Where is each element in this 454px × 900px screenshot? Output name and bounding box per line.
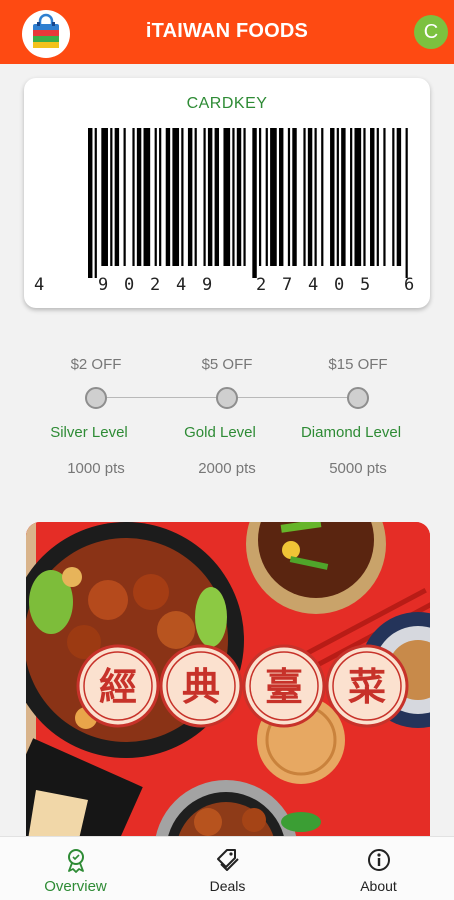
barcode-bar	[252, 128, 257, 278]
barcode-bar	[278, 128, 284, 266]
nav-deals-label: Deals	[209, 878, 246, 894]
barcode-bar	[159, 128, 162, 266]
bottom-navigation: Overview Deals About	[0, 836, 454, 900]
barcode-digit: 0	[334, 275, 344, 295]
promo-banner[interactable]: 經 典 臺 菜	[26, 522, 430, 852]
barcode-bar	[165, 128, 171, 266]
level-name: Silver Level	[50, 424, 128, 441]
promo-food-illustration: 經 典 臺 菜	[26, 522, 430, 852]
barcode-bar	[287, 128, 291, 266]
app-header: iTAIWAN FOODS C	[0, 0, 454, 64]
barcode-digit: 7	[282, 275, 292, 295]
barcode-bar	[187, 128, 193, 266]
barcode-bar	[236, 128, 242, 266]
barcode-bar	[330, 128, 335, 266]
barcode-bar	[321, 128, 324, 266]
level-marker-gold	[216, 387, 238, 409]
barcode-bar	[392, 128, 395, 266]
barcode-digit: 9	[202, 275, 212, 295]
promo-char: 菜	[348, 665, 386, 709]
user-avatar[interactable]: C	[414, 15, 448, 49]
barcode-digit: 9	[98, 275, 108, 295]
membership-levels: $2 OFF $5 OFF $15 OFF Silver Level Gold …	[0, 340, 454, 490]
level-name: Diamond Level	[300, 424, 402, 441]
info-icon	[367, 849, 390, 871]
barcode-bar	[214, 128, 220, 266]
barcode-bar	[207, 128, 213, 266]
nav-about[interactable]: About	[303, 837, 454, 900]
promo-char: 典	[182, 665, 220, 709]
barcode-bar	[88, 128, 93, 278]
promo-char: 臺	[265, 665, 303, 709]
barcode-bar	[270, 128, 277, 266]
barcode-bar	[203, 128, 206, 266]
barcode-bar	[405, 128, 408, 278]
barcode-digit: 0	[124, 275, 134, 295]
barcode-digit: 6	[404, 275, 414, 295]
barcode-bar	[94, 128, 97, 278]
level-discount: $15 OFF	[328, 356, 388, 373]
promo-char: 經	[99, 665, 137, 709]
barcode-bar	[136, 128, 142, 266]
barcode-bar	[194, 128, 197, 266]
level-name: Gold Level	[184, 424, 256, 441]
barcode-bar	[363, 128, 366, 266]
barcode-bar	[123, 128, 126, 266]
barcode-bar	[354, 128, 362, 266]
barcode-bar	[172, 128, 180, 266]
barcode-digit: 4	[34, 275, 44, 295]
app-title: iTAIWAN FOODS	[145, 20, 309, 42]
card-label: CARDKEY	[186, 95, 268, 112]
barcode-bar	[143, 128, 151, 266]
promo-char-badge: 經	[76, 644, 160, 728]
barcode-bar	[223, 128, 231, 266]
barcode-bar	[114, 128, 120, 266]
level-points: 1000 pts	[67, 460, 125, 477]
barcode-digit: 4	[308, 275, 318, 295]
barcode-bar	[314, 128, 317, 266]
member-card: CARDKEY 490249274056	[24, 78, 430, 308]
level-discount: $2 OFF	[70, 356, 122, 373]
level-points: 5000 pts	[329, 460, 387, 477]
barcode-bar	[307, 128, 313, 266]
barcode-bar	[181, 128, 184, 266]
nav-deals[interactable]: Deals	[152, 837, 303, 900]
barcode-bar	[232, 128, 235, 266]
barcode-bar	[396, 128, 402, 266]
promo-char-badge: 典	[159, 644, 243, 728]
barcode-bar	[258, 128, 262, 266]
barcode-digit: 5	[360, 275, 370, 295]
nav-overview-label: Overview	[44, 878, 107, 895]
barcode-bar	[243, 128, 246, 266]
barcode-bar	[383, 128, 386, 266]
barcode-bar	[292, 128, 297, 266]
nav-about-label: About	[360, 878, 397, 894]
barcode-digit: 2	[150, 275, 160, 295]
barcode-bar	[370, 128, 375, 266]
barcode-bar	[265, 128, 268, 266]
barcode-image: 490249274056	[34, 128, 414, 295]
barcode-bar	[132, 128, 135, 266]
level-marker-silver	[85, 387, 107, 409]
barcode-digit: 4	[176, 275, 186, 295]
barcode-bar	[341, 128, 346, 266]
barcode-bar	[101, 128, 108, 266]
nav-overview[interactable]: Overview	[0, 837, 151, 900]
level-points: 2000 pts	[198, 460, 256, 477]
barcode-digit: 2	[256, 275, 266, 295]
barcode-bar	[336, 128, 339, 266]
barcode-bar	[350, 128, 353, 266]
barcode-bar	[154, 128, 157, 266]
barcode-bar	[376, 128, 379, 266]
medal-icon	[67, 849, 84, 873]
barcode-bar	[303, 128, 306, 266]
barcode-bar	[110, 128, 113, 266]
promo-char-badge: 菜	[325, 644, 409, 728]
level-discount: $5 OFF	[201, 356, 253, 373]
promo-char-badge: 臺	[242, 644, 326, 728]
tags-icon	[216, 849, 239, 871]
level-marker-diamond	[347, 387, 369, 409]
